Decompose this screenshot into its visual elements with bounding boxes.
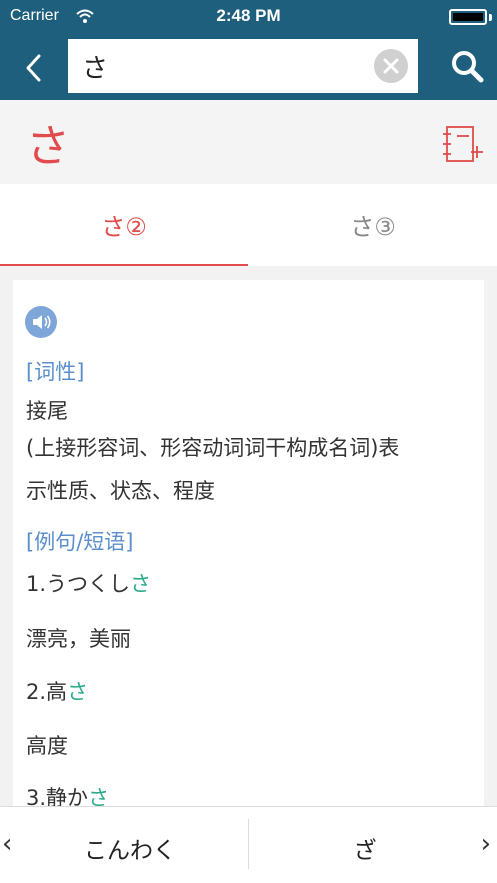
example-text: うつくし xyxy=(46,572,131,596)
headword: さ xyxy=(26,121,70,172)
example-number: 2. xyxy=(26,680,47,704)
status-bar: Carrier 2:48 PM xyxy=(0,0,497,34)
reading-tabs: さ② さ③ xyxy=(0,184,497,266)
examples-heading: [例句/短语] xyxy=(26,530,134,554)
tab-reading-2[interactable]: さ② xyxy=(0,184,248,266)
battery-icon xyxy=(449,9,487,25)
chevron-left-icon[interactable]: ‹ xyxy=(2,829,12,859)
clear-search-button[interactable] xyxy=(374,49,408,83)
battery-tip xyxy=(489,14,492,21)
example-number: 1. xyxy=(26,572,47,596)
pronunciation-button[interactable] xyxy=(25,306,57,338)
meaning-line-2: 示性质、状态、程度 xyxy=(26,479,215,503)
tab-reading-3[interactable]: さ③ xyxy=(249,184,497,266)
word-navigation-bar: ‹ こんわく ざ › xyxy=(0,806,497,883)
next-word-button[interactable]: ざ xyxy=(262,831,468,865)
divider xyxy=(248,819,249,869)
back-button[interactable] xyxy=(14,48,54,88)
previous-word-button[interactable]: こんわく xyxy=(30,831,230,865)
headword-bar: さ xyxy=(0,100,497,184)
navigation-bar: Carrier 2:48 PM xyxy=(0,0,497,100)
meaning-line-1: (上接形容词、形容动词词干构成名词)表 xyxy=(26,436,400,460)
example-text: 高 xyxy=(46,680,68,704)
example-highlight: さ xyxy=(67,680,89,704)
tab-gap xyxy=(0,266,497,280)
status-time: 2:48 PM xyxy=(216,6,281,25)
speaker-icon xyxy=(33,315,51,329)
add-to-notebook-icon[interactable] xyxy=(441,124,485,164)
search-button[interactable] xyxy=(447,46,487,86)
close-icon xyxy=(383,58,399,74)
example-1[interactable]: 1.うつくしさ xyxy=(26,568,151,598)
search-box xyxy=(68,39,418,93)
example-1-translation: 漂亮，美丽 xyxy=(26,627,131,651)
pos-value: 接尾 xyxy=(26,399,68,423)
pos-heading: [词性] xyxy=(26,360,85,384)
search-input[interactable] xyxy=(82,39,372,93)
example-2[interactable]: 2.高さ xyxy=(26,676,88,706)
chevron-right-icon[interactable]: › xyxy=(481,829,491,859)
definition-card: [词性] 接尾 (上接形容词、形容动词词干构成名词)表 示性质、状态、程度 [例… xyxy=(13,280,484,840)
example-2-translation: 高度 xyxy=(26,734,68,758)
example-highlight: さ xyxy=(130,572,152,596)
